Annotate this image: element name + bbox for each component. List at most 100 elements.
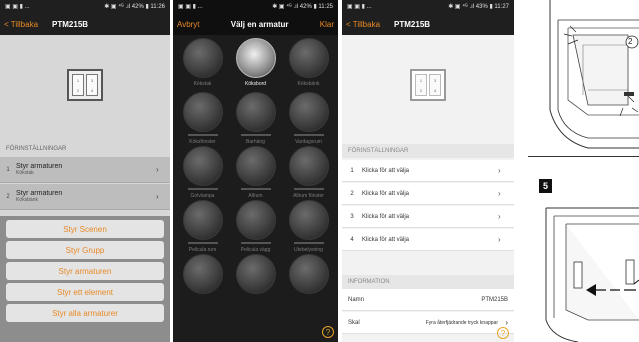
fixture-label: Köksfönster [189, 139, 216, 145]
back-button[interactable]: < Tillbaka [342, 20, 380, 29]
row-title: Styr armaturen [16, 163, 63, 170]
fixture-image [235, 38, 276, 78]
chevron-right-icon: › [156, 165, 159, 174]
fixture-item[interactable] [176, 254, 229, 308]
level-bar [240, 188, 271, 190]
nav-bar: Avbryt Välj en armatur Klar [173, 13, 338, 35]
chevron-right-icon: › [505, 318, 508, 327]
preset-row-3[interactable]: 3 Klicka för att välja › [342, 206, 514, 228]
fixture-image [288, 200, 329, 240]
row-number: 2 [6, 193, 10, 200]
page-title: PTM215B [394, 19, 431, 29]
fixture-image [182, 38, 223, 78]
status-right-info: ✱ ▣ ⁴ᴳ .ıl 43% ▮ 11:27 [448, 4, 509, 10]
fixture-item[interactable]: Pelicula rum [176, 200, 229, 254]
switch-insert-illustration [545, 207, 639, 342]
fixture-image [288, 38, 329, 78]
control-element-button[interactable]: Styr ett element [6, 283, 164, 301]
action-sheet: Styr Scenen Styr Grupp Styr armaturen St… [0, 216, 170, 342]
preset-row-1[interactable]: 1 Klicka för att välja › [342, 160, 514, 182]
fixture-item[interactable] [229, 254, 282, 308]
fixture-image [182, 254, 223, 294]
control-all-fixtures-button[interactable]: Styr alla armaturer [6, 304, 164, 322]
key-label: 3 [433, 77, 437, 83]
status-left-icons: ▣ ▣ ▮ ... [178, 4, 203, 10]
fixture-item[interactable] [282, 254, 335, 308]
row-title: Styr armaturen [16, 190, 63, 197]
fixture-grid: Kökstak Köksbord Köksbänk Köksfönster Ba… [173, 38, 338, 308]
chevron-left-icon: < [4, 19, 11, 29]
fixture-image [182, 92, 223, 132]
control-fixture-button[interactable]: Styr armaturen [6, 262, 164, 280]
fixture-item[interactable]: Golvlampa [176, 146, 229, 200]
fixture-image [235, 200, 276, 240]
help-icon[interactable]: ? [322, 326, 334, 338]
chevron-left-icon: < [346, 19, 353, 29]
info-row-type[interactable]: Skal Fyra återfjädrande tryck knappar › [342, 312, 514, 334]
preset-row-4[interactable]: 4 Klicka för att välja › [342, 229, 514, 251]
cancel-button[interactable]: Avbryt [177, 20, 200, 29]
level-bar [240, 242, 271, 244]
row-number: 1 [350, 167, 354, 174]
fixture-image [288, 92, 329, 132]
device-image-area: 12 34 [0, 35, 170, 135]
fixture-item[interactable]: Kökstak [176, 38, 229, 92]
status-left-icons: ▣ ▣ ▮ ... [347, 4, 372, 10]
fixture-item[interactable]: Pelicula vägg [229, 200, 282, 254]
screen-device-presets: ▣ ▣ ▮ ... ✱ ▣ ⁴ᴳ .ıl 42% ▮ 11:26 < Tillb… [0, 0, 170, 342]
fixture-item[interactable]: Barhäng [229, 92, 282, 146]
fixture-item[interactable]: Utebelysning [282, 200, 335, 254]
rocker-left: 12 [415, 74, 427, 96]
back-button[interactable]: < Tillbaka [0, 20, 38, 29]
preset-row-2[interactable]: 2 Styr armaturen Köksbänk › [0, 184, 170, 210]
fixture-image [235, 254, 276, 294]
control-scene-button[interactable]: Styr Scenen [6, 220, 164, 238]
installation-illustration: 2 5 [528, 0, 639, 342]
row-text: Klicka för att välja [362, 213, 410, 220]
level-bar [293, 134, 324, 136]
row-text: Klicka för att välja [362, 236, 410, 243]
fixture-item[interactable]: Köksfönster [176, 92, 229, 146]
fixture-image [288, 254, 329, 294]
back-label: Tillbaka [10, 19, 39, 29]
fixture-label: Köksbänk [297, 81, 320, 87]
level-bar [187, 134, 218, 136]
switch-frame-illustration [549, 0, 639, 149]
info-label: Skal [348, 319, 360, 326]
back-label: Tillbaka [352, 19, 381, 29]
key-label: 4 [433, 87, 437, 93]
chevron-right-icon: › [156, 192, 159, 201]
row-text: Klicka för att välja [362, 190, 410, 197]
fixture-label: Pelicula rum [188, 247, 217, 253]
section-header-presets: FÖRINSTÄLLNINGAR [342, 144, 514, 158]
fixture-item-selected[interactable]: Köksbord [229, 38, 282, 92]
callout-number: 2 [628, 37, 633, 46]
help-icon[interactable]: ? [497, 327, 509, 339]
nav-bar: < Tillbaka PTM215B [342, 13, 514, 35]
info-label: Namn [348, 296, 365, 303]
preset-row-1[interactable]: 1 Styr armaturen Kökstak › [0, 157, 170, 183]
fixture-label: Utebelysning [294, 247, 323, 253]
page-title: PTM215B [52, 19, 89, 29]
row-number: 3 [350, 213, 354, 220]
preset-row-2[interactable]: 2 Klicka för att välja › [342, 183, 514, 205]
level-bar [293, 188, 324, 190]
row-number: 2 [350, 190, 354, 197]
fixture-item[interactable]: Vardagsrum [282, 92, 335, 146]
switch-device-icon: 12 34 [67, 69, 103, 101]
level-bar [187, 242, 218, 244]
rocker-left: 12 [72, 74, 84, 96]
key-label: 1 [76, 77, 80, 83]
row-text: Klicka för att välja [362, 167, 410, 174]
rocker-right: 34 [86, 74, 98, 96]
fixture-image [235, 92, 276, 132]
fixture-image [288, 146, 329, 186]
done-button[interactable]: Klar [320, 20, 334, 29]
status-bar: ▣ ▣ ▮ ... ✱ ▣ ⁴ᴳ .ıl 42% ▮ 11:25 [173, 0, 338, 13]
fixture-item[interactable]: Allrum fönster [282, 146, 335, 200]
control-group-button[interactable]: Styr Grupp [6, 241, 164, 259]
fixture-item[interactable]: Allrum [229, 146, 282, 200]
fixture-item[interactable]: Köksbänk [282, 38, 335, 92]
screen-device-info: ▣ ▣ ▮ ... ✱ ▣ ⁴ᴳ .ıl 43% ▮ 11:27 < Tillb… [342, 0, 514, 342]
level-bar [240, 134, 271, 136]
